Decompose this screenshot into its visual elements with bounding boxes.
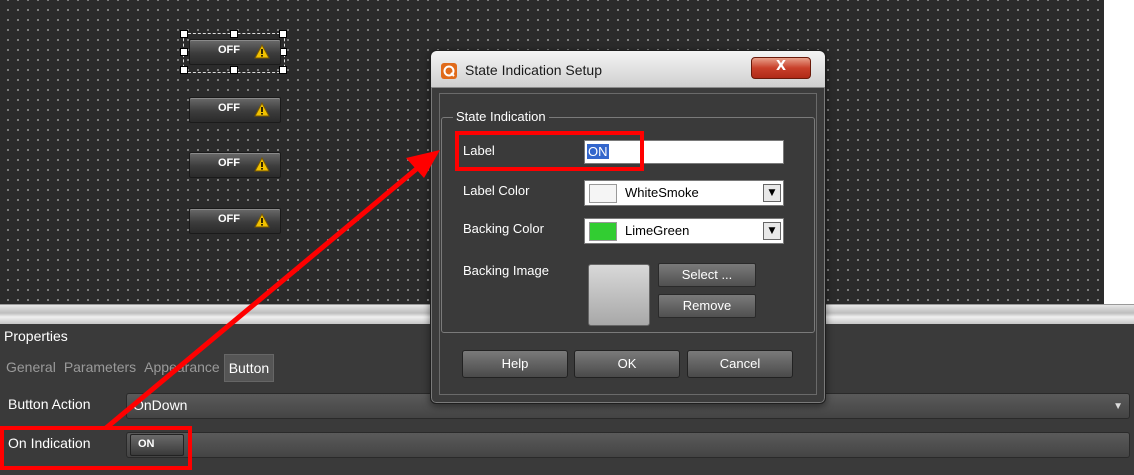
cancel-button[interactable]: Cancel [687,350,793,378]
selection-handle-br[interactable] [279,66,287,74]
remove-image-button[interactable]: Remove [658,294,756,318]
select-image-button[interactable]: Select ... [658,263,756,287]
hmi-button-3[interactable]: OFF [189,152,281,178]
label-color-dropdown[interactable]: WhiteSmoke ▼ [584,180,784,206]
chevron-down-icon[interactable]: ▼ [763,222,781,240]
label-color-swatch [589,184,617,203]
label-color-value: WhiteSmoke [625,185,699,200]
backing-color-swatch [589,222,617,241]
highlight-box-dialog-label [455,131,644,171]
selection-handle-bl[interactable] [180,66,188,74]
properties-title: Properties [4,328,68,344]
dialog-title: State Indication Setup [465,62,602,78]
close-button[interactable]: X [751,57,811,79]
hmi-button-label: OFF [218,213,240,225]
backing-image-label: Backing Image [463,263,549,278]
tab-parameters[interactable]: Parameters [60,354,140,380]
help-button[interactable]: Help [462,350,568,378]
properties-tabs: General Parameters Appearance Button [2,354,275,382]
tab-appearance[interactable]: Appearance [140,354,224,380]
ok-button[interactable]: OK [574,350,680,378]
selection-handle-ml[interactable] [180,48,188,56]
selection-handle-tr[interactable] [279,30,287,38]
warning-icon [254,44,270,59]
hmi-button-label: OFF [218,157,240,169]
dialog-titlebar[interactable]: State Indication Setup X [431,51,825,88]
chevron-down-icon: ▼ [1113,401,1123,412]
hmi-button-2[interactable]: OFF [189,97,281,123]
chevron-down-icon[interactable]: ▼ [763,184,781,202]
backing-color-value: LimeGreen [625,223,690,238]
backing-color-label: Backing Color [463,221,544,236]
backing-image-preview [588,264,650,326]
selection-handle-tl[interactable] [180,30,188,38]
selection-handle-bm[interactable] [230,66,238,74]
warning-icon [254,213,270,228]
tab-button[interactable]: Button [223,354,275,382]
canvas-margin [1104,0,1134,304]
hmi-button-label: OFF [218,44,240,56]
hmi-button-4[interactable]: OFF [189,208,281,234]
hmi-button-label: OFF [218,102,240,114]
button-action-value: OnDown [133,397,188,413]
group-title: State Indication [453,109,549,124]
label-color-label: Label Color [463,183,530,198]
hmi-button-1[interactable]: OFF [189,39,281,65]
app-logo-icon [441,63,457,79]
warning-icon [254,157,270,172]
selection-handle-tm[interactable] [230,30,238,38]
backing-color-dropdown[interactable]: LimeGreen ▼ [584,218,784,244]
on-indication-field[interactable] [126,432,1130,458]
button-action-label: Button Action [8,396,91,412]
tab-general[interactable]: General [2,354,60,380]
warning-icon [254,102,270,117]
highlight-box-on-indication [0,426,192,470]
